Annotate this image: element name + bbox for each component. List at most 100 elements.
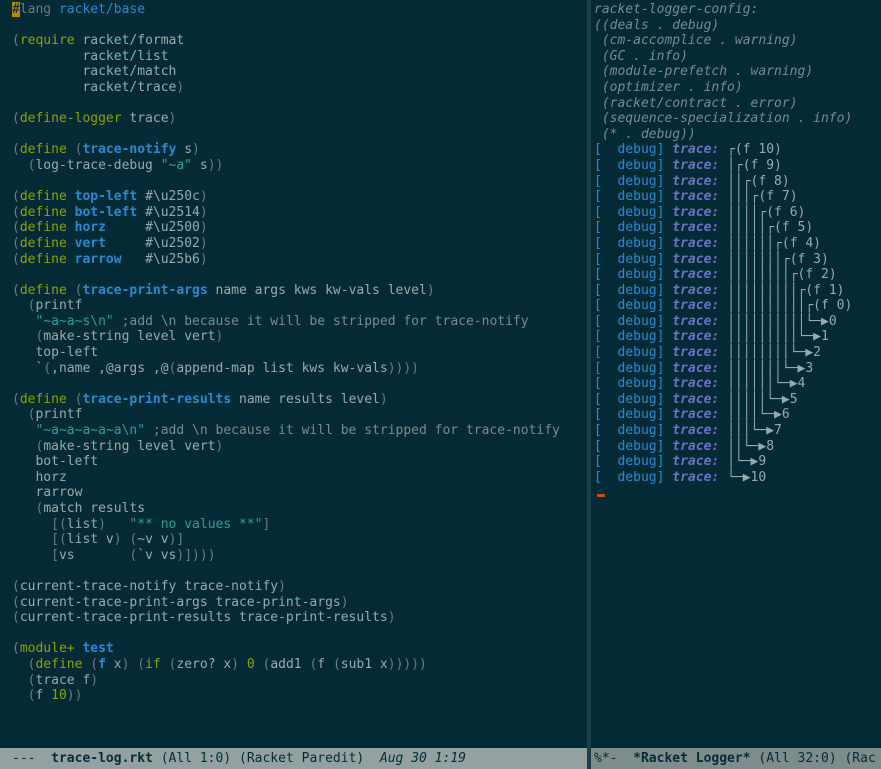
log-entry[interactable]: [ debug] trace: │┌(f 9) [591, 158, 881, 174]
log-entry[interactable]: [ debug] trace: ││││││││││└─▶0 [591, 314, 881, 330]
log-entry[interactable]: [ debug] trace: ┌(f 10) [591, 142, 881, 158]
code-line[interactable]: (define top-left #\u250c) [0, 189, 587, 205]
log-entry[interactable]: [ debug] trace: ││┌(f 8) [591, 174, 881, 190]
log-entry[interactable]: [ debug] trace: ││││││└─▶4 [591, 376, 881, 392]
log-level: [ debug] [594, 220, 665, 236]
code-line[interactable] [0, 626, 587, 642]
code-line[interactable] [0, 563, 587, 579]
code-line[interactable]: (define rarrow #\u25b6) [0, 252, 587, 268]
log-entry[interactable]: [ debug] trace: │││││││││└─▶1 [591, 329, 881, 345]
racket-logger-pane[interactable]: racket-logger-config: ((deals . debug) (c… [591, 0, 881, 748]
code-token: ( [90, 656, 99, 672]
log-entry[interactable]: [ debug] trace: │││││┌(f 5) [591, 220, 881, 236]
log-entry[interactable]: [ debug] trace: ││││││││┌(f 2) [591, 267, 881, 283]
logger-output[interactable]: racket-logger-config: ((deals . debug) (c… [591, 0, 881, 501]
code-token: match results [43, 501, 146, 516]
code-line[interactable]: (match results [0, 501, 587, 517]
code-line[interactable]: "~a~a~s\n" ;add \n because it will be st… [0, 314, 587, 330]
logger-mode-line[interactable]: %*- *Racket Logger* (All 32:0) (Rac [591, 748, 881, 769]
log-entry[interactable]: [ debug] trace: ││││┌(f 6) [591, 205, 881, 221]
log-entry[interactable]: [ debug] trace: ││││││││││┌(f 0) [591, 298, 881, 314]
code-line[interactable]: (log-trace-debug "~a" s)) [0, 158, 587, 174]
code-token: horz [12, 469, 67, 485]
code-token: f [317, 656, 333, 672]
code-line[interactable]: (define-logger trace) [0, 111, 587, 127]
code-line[interactable]: (make-string level vert) [0, 329, 587, 345]
buffer-name[interactable]: *Racket Logger* [633, 751, 750, 766]
log-entry[interactable]: [ debug] trace: ││││││││└─▶2 [591, 345, 881, 361]
code-token: top-left [74, 189, 138, 205]
log-entry[interactable]: [ debug] trace: │││││└─▶5 [591, 392, 881, 408]
code-line[interactable]: (define bot-left #\u2514) [0, 205, 587, 221]
log-topic: trace: [672, 189, 720, 205]
source-editor-pane[interactable]: #lang racket/base (require racket/format … [0, 0, 587, 748]
major-modes[interactable]: (Rac [844, 751, 875, 766]
code-line[interactable]: `(,name ,@args ,@(append-map list kws kw… [0, 361, 587, 377]
code-token: ) [215, 438, 224, 454]
log-entry[interactable]: [ debug] trace: ││││││┌(f 4) [591, 236, 881, 252]
code-line[interactable]: racket/list [0, 49, 587, 65]
log-message: │││┌(f 7) [727, 189, 798, 205]
log-entry[interactable]: [ debug] trace: │││└─▶7 [591, 423, 881, 439]
code-token: require [19, 33, 75, 49]
logger-config-line: (* . debug)) [594, 126, 696, 142]
log-message: ┌(f 10) [727, 142, 782, 158]
code-line[interactable]: (current-trace-print-results trace-print… [0, 610, 587, 626]
code-line[interactable]: (printf [0, 407, 587, 423]
code-line[interactable]: [vs (`v vs)]))) [0, 548, 587, 564]
code-line[interactable]: (current-trace-print-args trace-print-ar… [0, 595, 587, 611]
log-entry[interactable]: [ debug] trace: │││┌(f 7) [591, 189, 881, 205]
code-line[interactable]: rarrow [0, 485, 587, 501]
code-token: ) [98, 516, 106, 532]
clock: Aug 30 1:19 [379, 751, 466, 766]
code-line[interactable]: racket/trace) [0, 80, 587, 96]
code-line[interactable] [0, 267, 587, 283]
code-line[interactable]: (printf [0, 298, 587, 314]
code-line[interactable] [0, 127, 587, 143]
code-line[interactable]: [(list v) (~v v)] [0, 532, 587, 548]
code-line[interactable] [0, 18, 587, 34]
code-line[interactable]: (define vert #\u2502) [0, 236, 587, 252]
log-topic: trace: [672, 142, 720, 158]
code-line[interactable]: (make-string level vert) [0, 439, 587, 455]
logger-config-line: (GC . info) [594, 48, 688, 64]
code-line[interactable]: (f 10)) [0, 688, 587, 704]
cursor-line[interactable] [591, 485, 881, 501]
code-line[interactable]: racket/match [0, 64, 587, 80]
code-token: ( [12, 578, 20, 594]
code-line[interactable]: top-left [0, 345, 587, 361]
log-entry[interactable]: [ debug] trace: │││││││└─▶3 [591, 361, 881, 377]
code-line[interactable]: (define horz #\u2500) [0, 220, 587, 236]
source-mode-line[interactable]: --- trace-log.rkt (All 1:0) (Racket Pare… [0, 748, 587, 769]
log-entry[interactable]: [ debug] trace: ││││└─▶6 [591, 407, 881, 423]
log-entry[interactable]: [ debug] trace: │││││││││┌(f 1) [591, 283, 881, 299]
log-message: │││││││└─▶3 [727, 360, 814, 376]
major-modes[interactable]: (Racket Paredit) [239, 751, 364, 766]
log-entry[interactable]: [ debug] trace: │└─▶9 [591, 454, 881, 470]
code-line[interactable]: bot-left [0, 454, 587, 470]
code-line[interactable]: (require racket/format [0, 33, 587, 49]
code-line[interactable] [0, 174, 587, 190]
code-line[interactable]: #lang racket/base [0, 2, 587, 18]
code-line[interactable]: (define (trace-print-results name result… [0, 392, 587, 408]
code-line[interactable]: (module+ test [0, 641, 587, 657]
code-line[interactable]: (define (trace-notify s) [0, 142, 587, 158]
source-code[interactable]: #lang racket/base (require racket/format … [0, 0, 587, 704]
code-line[interactable]: (trace f) [0, 673, 587, 689]
code-token: current-trace-print-results trace-print-… [19, 610, 388, 626]
code-line[interactable]: (define (trace-print-args name args kws … [0, 283, 587, 299]
code-line[interactable] [0, 376, 587, 392]
log-entry[interactable]: [ debug] trace: ││└─▶8 [591, 439, 881, 455]
code-line[interactable]: (current-trace-notify trace-notify) [0, 579, 587, 595]
code-line[interactable]: horz [0, 470, 587, 486]
log-entry[interactable]: [ debug] trace: │││││││┌(f 3) [591, 252, 881, 268]
code-line[interactable] [0, 96, 587, 112]
code-line[interactable]: [(list) "** no values **"] [0, 517, 587, 533]
text-cursor [597, 494, 605, 498]
code-line[interactable]: (define (f x) (if (zero? x) 0 (add1 (f (… [0, 657, 587, 673]
code-line[interactable]: "~a~a~a~a~a\n" ;add \n because it will b… [0, 423, 587, 439]
log-topic: trace: [672, 282, 720, 298]
buffer-name[interactable]: trace-log.rkt [51, 751, 153, 766]
log-entry[interactable]: [ debug] trace: └─▶10 [591, 470, 881, 486]
